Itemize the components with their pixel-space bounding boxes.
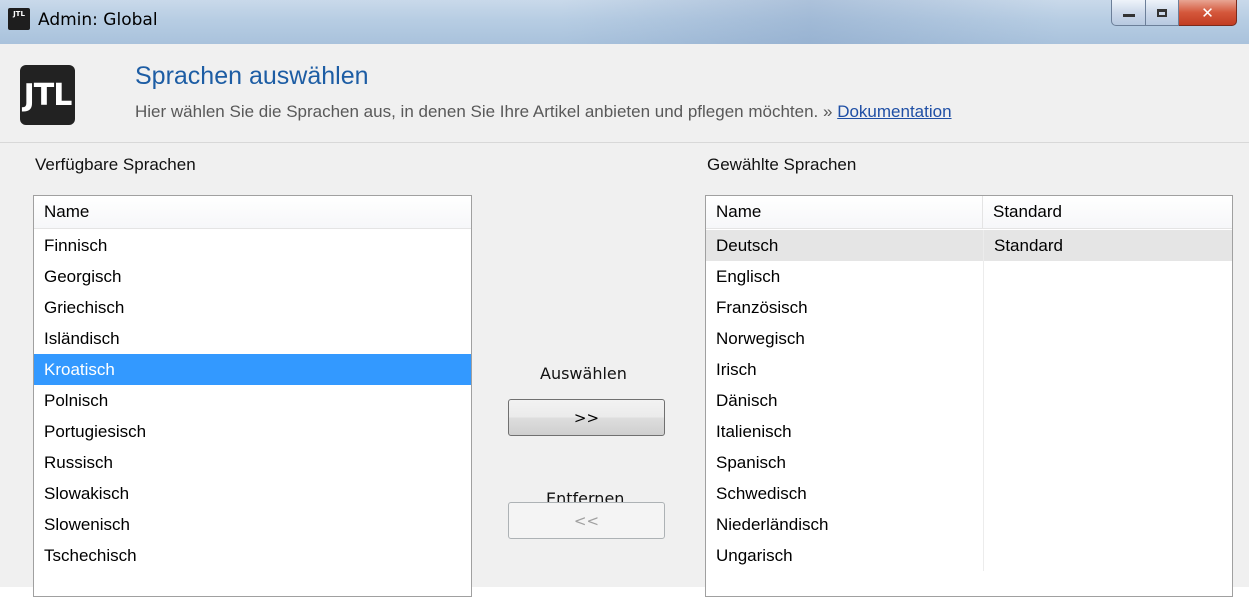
available-list-rows: Finnisch Georgisch Griechisch Isländisch Kro… (34, 229, 471, 571)
documentation-link[interactable]: Dokumentation (837, 102, 951, 121)
main-panel: Verfügbare Sprachen Gewählte Sprachen Na… (0, 143, 1249, 597)
table-row[interactable]: Dänisch (706, 385, 1232, 416)
page-subtitle: Hier wählen Sie die Sprachen aus, in den… (135, 102, 952, 122)
title-bar[interactable]: JTL Admin: Global ✕ (0, 0, 1249, 45)
cell-standard (983, 447, 1232, 478)
table-row[interactable]: Irisch (706, 354, 1232, 385)
list-item-label: Finnisch (44, 235, 108, 255)
list-item[interactable]: Kroatisch (34, 354, 471, 385)
table-row[interactable]: Ungarisch (706, 540, 1232, 571)
cell-standard (983, 354, 1232, 385)
cell-name: Norwegisch (716, 328, 805, 348)
cell-name: Französisch (716, 297, 808, 317)
selected-list-rows: Deutsch Standard Englisch Französisch Norweg… (706, 229, 1232, 571)
cell-standard (983, 509, 1232, 540)
column-header-name[interactable]: Name (34, 196, 471, 228)
column-header-standard[interactable]: Standard (983, 196, 1232, 228)
list-item[interactable]: Portugiesisch (34, 416, 471, 447)
table-row[interactable]: Deutsch Standard (706, 230, 1232, 261)
list-item-label: Portugiesisch (44, 421, 147, 441)
table-row[interactable]: Schwedisch (706, 478, 1232, 509)
column-header-name[interactable]: Name (706, 196, 983, 228)
page-header: JTL Sprachen auswählen Hier wählen Sie d… (0, 44, 1249, 143)
list-item-label: Griechisch (44, 297, 125, 317)
cell-standard: Standard (983, 230, 1232, 261)
list-item-label: Slowenisch (44, 514, 130, 534)
available-languages-list[interactable]: Name Finnisch Georgisch Griechisch Isländis… (33, 195, 472, 597)
list-item-label: Russisch (44, 452, 113, 472)
list-item[interactable]: Polnisch (34, 385, 471, 416)
cell-name: Irisch (716, 359, 757, 379)
maximize-button[interactable] (1146, 0, 1179, 26)
close-icon: ✕ (1201, 3, 1214, 22)
list-item-label: Slowakisch (44, 483, 130, 503)
table-row[interactable]: Französisch (706, 292, 1232, 323)
cell-standard (983, 323, 1232, 354)
available-languages-label: Verfügbare Sprachen (35, 155, 196, 174)
minimize-icon (1122, 14, 1135, 17)
maximize-icon (1157, 8, 1167, 17)
list-item-label: Kroatisch (44, 359, 115, 379)
cell-name: Dänisch (716, 390, 778, 410)
list-item[interactable]: Finnisch (34, 230, 471, 261)
selected-languages-list[interactable]: Name Standard Deutsch Standard Englisch Fra… (705, 195, 1233, 597)
cell-name: Englisch (716, 266, 781, 286)
page-title: Sprachen auswählen (135, 62, 369, 90)
table-row[interactable]: Italienisch (706, 416, 1232, 447)
selected-list-header[interactable]: Name Standard (706, 196, 1232, 229)
remove-language-button[interactable]: << (508, 502, 665, 539)
cell-name: Italienisch (716, 421, 792, 441)
list-item[interactable]: Russisch (34, 447, 471, 478)
cell-standard (983, 478, 1232, 509)
table-row[interactable]: Norwegisch (706, 323, 1232, 354)
table-row[interactable]: Niederländisch (706, 509, 1232, 540)
list-item-label: Tschechisch (44, 545, 137, 565)
jtl-logo: JTL (20, 65, 75, 125)
table-row[interactable]: Englisch (706, 261, 1232, 292)
select-label: Auswählen (540, 364, 627, 383)
list-item[interactable]: Isländisch (34, 323, 471, 354)
window-controls: ✕ (1111, 0, 1237, 26)
list-item[interactable]: Griechisch (34, 292, 471, 323)
list-item[interactable]: Slowakisch (34, 478, 471, 509)
cell-name: Niederländisch (716, 514, 829, 534)
list-item-label: Isländisch (44, 328, 120, 348)
close-button[interactable]: ✕ (1179, 0, 1237, 26)
cell-name: Deutsch (716, 235, 779, 255)
subtitle-text: Hier wählen Sie die Sprachen aus, in den… (135, 102, 833, 121)
cell-standard (983, 416, 1232, 447)
cell-standard (983, 385, 1232, 416)
cell-name: Spanisch (716, 452, 786, 472)
cell-standard (983, 261, 1232, 292)
add-language-button[interactable]: >> (508, 399, 665, 436)
list-item[interactable]: Slowenisch (34, 509, 471, 540)
list-item-label: Polnisch (44, 390, 109, 410)
app-icon[interactable]: JTL (8, 8, 30, 30)
title-bar-background (560, 0, 1060, 44)
cell-name: Ungarisch (716, 545, 793, 565)
list-item[interactable]: Georgisch (34, 261, 471, 292)
cell-standard (983, 540, 1232, 571)
list-item[interactable]: Tschechisch (34, 540, 471, 571)
window-title: Admin: Global (38, 10, 158, 30)
table-row[interactable]: Spanisch (706, 447, 1232, 478)
available-list-header[interactable]: Name (34, 196, 471, 229)
selected-languages-label: Gewählte Sprachen (707, 155, 857, 174)
cell-standard (983, 292, 1232, 323)
minimize-button[interactable] (1111, 0, 1146, 26)
cell-name: Schwedisch (716, 483, 807, 503)
list-item-label: Georgisch (44, 266, 122, 286)
